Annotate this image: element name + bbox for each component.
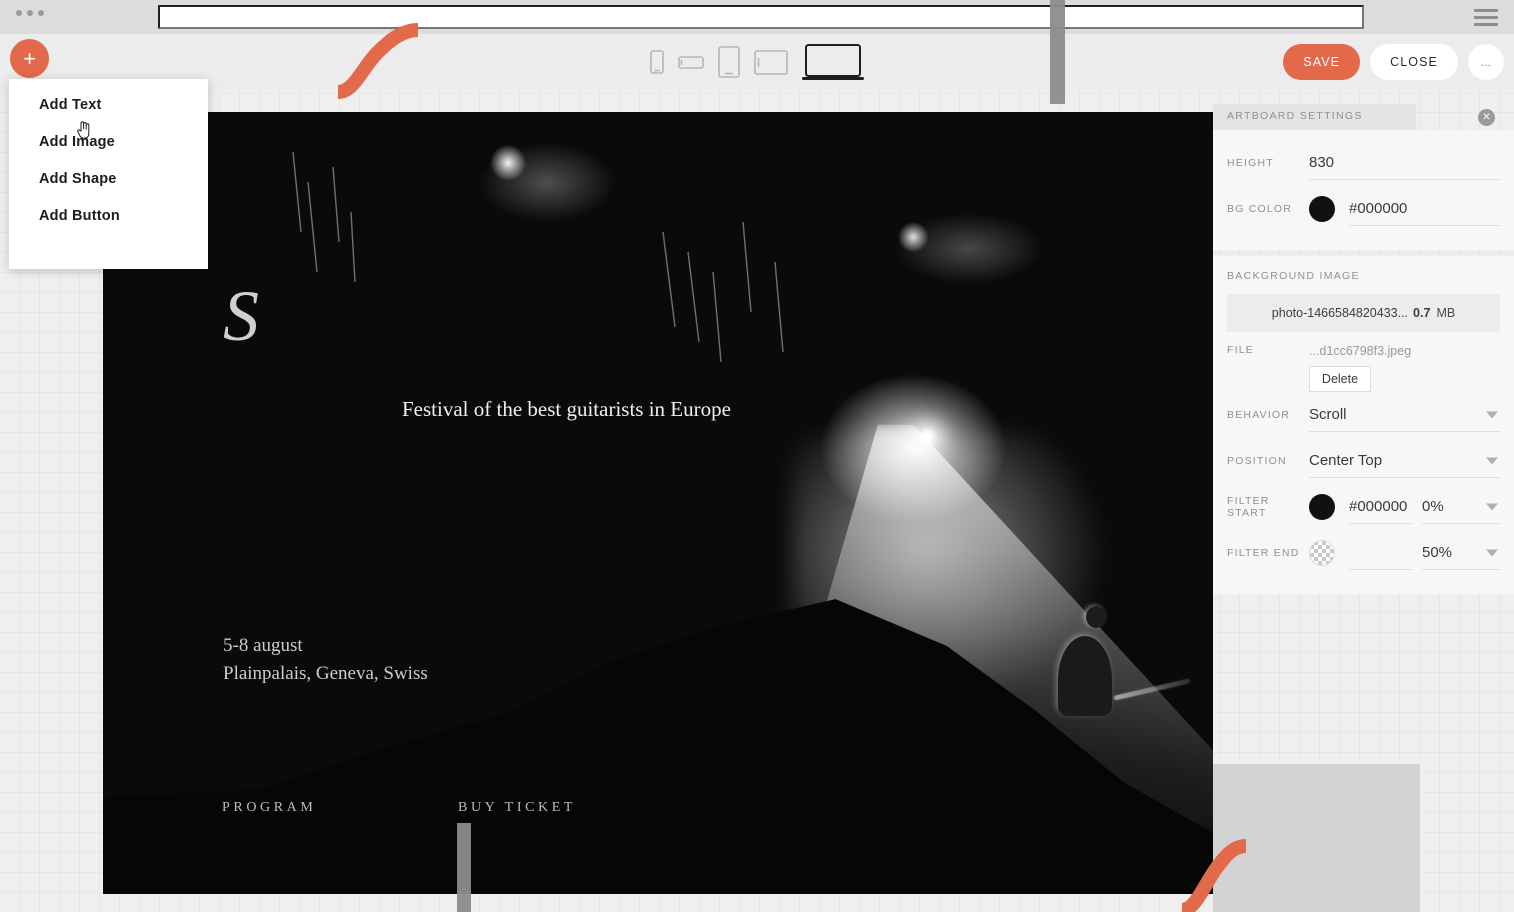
device-phone-portrait[interactable] <box>650 50 664 74</box>
behavior-row: BEHAVIOR Scroll <box>1213 392 1514 438</box>
close-button[interactable]: CLOSE <box>1370 44 1458 80</box>
artboard-date: 5-8 august <box>223 635 303 656</box>
behavior-select[interactable]: Scroll <box>1309 398 1500 432</box>
artboard-tagline[interactable]: Festival of the best guitarists in Europ… <box>402 397 731 422</box>
filter-start-opacity-select[interactable]: 0% <box>1422 490 1500 524</box>
settings-header: ARTBOARD SETTINGS <box>1213 104 1416 130</box>
vertical-guide-bottom[interactable] <box>457 823 471 912</box>
browser-chrome <box>0 0 1514 34</box>
filter-end-opacity-value: 50% <box>1422 544 1453 561</box>
device-tablet-portrait[interactable] <box>718 46 740 78</box>
behavior-value: Scroll <box>1309 406 1347 423</box>
device-preview-switcher <box>650 43 864 81</box>
artboard-date-location[interactable]: 5-8 august Plainpalais, Geneva, Swiss <box>223 632 428 687</box>
artboard-logo[interactable]: S <box>223 280 259 352</box>
height-row: HEIGHT 830 <box>1213 140 1514 186</box>
artboard-location: Plainpalais, Geneva, Swiss <box>223 662 428 684</box>
chevron-down-icon[interactable] <box>1486 457 1498 464</box>
menu-item-add-button[interactable]: Add Button <box>9 198 208 235</box>
filter-start-label: FILTER START <box>1227 495 1270 519</box>
menu-item-add-shape[interactable]: Add Shape <box>9 161 208 198</box>
artboard-settings-panel: ARTBOARD SETTINGS ✕ HEIGHT 830 BG COLOR … <box>1213 104 1514 594</box>
add-element-menu: Add Text Add Image Add Shape Add Button <box>9 79 208 269</box>
filter-end-row: FILTER END 50% <box>1213 530 1514 576</box>
settings-title: ARTBOARD SETTINGS <box>1227 110 1363 122</box>
bg-color-row: BG COLOR #000000 <box>1213 186 1514 232</box>
file-row: FILE ...d1cc6798f3.jpeg Delete <box>1213 344 1514 392</box>
menu-item-add-image[interactable]: Add Image <box>9 124 208 161</box>
address-bar-input[interactable] <box>158 5 1364 29</box>
toolbar-actions: SAVE CLOSE ... <box>1283 34 1504 90</box>
filter-end-opacity-select[interactable]: 50% <box>1422 536 1500 570</box>
artboard-props-card: HEIGHT 830 BG COLOR #000000 <box>1213 130 1514 250</box>
spotlight-lamp-icon <box>918 428 935 445</box>
more-options-button[interactable]: ... <box>1468 44 1504 80</box>
background-image-title: BACKGROUND IMAGE <box>1227 270 1360 282</box>
filter-start-opacity-value: 0% <box>1422 498 1444 515</box>
position-row: POSITION Center Top <box>1213 438 1514 484</box>
guitarist-body <box>1057 635 1112 716</box>
add-element-button[interactable]: + <box>10 39 49 78</box>
behavior-label: BEHAVIOR <box>1227 409 1291 421</box>
filter-start-swatch[interactable] <box>1309 494 1335 520</box>
bg-color-label: BG COLOR <box>1227 203 1293 215</box>
window-dots-icon <box>16 10 44 16</box>
file-value: ...d1cc6798f3.jpeg <box>1309 344 1412 358</box>
artboard-canvas[interactable]: S Festival of the best guitarists in Eur… <box>103 112 1213 894</box>
height-input[interactable]: 830 <box>1309 146 1500 180</box>
position-label: POSITION <box>1227 455 1287 467</box>
bg-color-swatch[interactable] <box>1309 196 1335 222</box>
filter-end-label: FILTER END <box>1227 547 1300 559</box>
filter-start-color-input[interactable]: #000000 <box>1349 490 1412 524</box>
filter-end-swatch[interactable] <box>1309 540 1335 566</box>
chevron-down-icon[interactable] <box>1486 549 1498 556</box>
height-label: HEIGHT <box>1227 157 1274 169</box>
hamburger-menu-icon[interactable] <box>1474 9 1498 26</box>
uploaded-file-size: 0.7 <box>1413 306 1431 320</box>
position-select[interactable]: Center Top <box>1309 444 1500 478</box>
chevron-down-icon[interactable] <box>1486 503 1498 510</box>
device-desktop[interactable] <box>802 43 864 81</box>
filter-end-color-input[interactable] <box>1349 536 1412 570</box>
chevron-down-icon[interactable] <box>1486 411 1498 418</box>
vertical-guide-top[interactable] <box>1050 0 1065 104</box>
uploaded-file-unit: MB <box>1436 306 1456 320</box>
filter-start-row: FILTER START #000000 0% <box>1213 484 1514 530</box>
artboard-nav-buy-ticket[interactable]: BUY TICKET <box>458 800 576 816</box>
file-label: FILE <box>1227 344 1254 356</box>
delete-file-button[interactable]: Delete <box>1309 366 1371 392</box>
close-icon[interactable]: ✕ <box>1478 109 1495 126</box>
menu-item-add-text[interactable]: Add Text <box>9 87 208 124</box>
uploaded-file-name: photo-1466584820433... <box>1271 306 1409 320</box>
panel-backdrop-block <box>1213 764 1420 912</box>
app-root: + SAVE CLOSE ... S Festival of the best … <box>0 0 1514 912</box>
editor-toolbar: + SAVE CLOSE ... <box>0 34 1514 90</box>
position-value: Center Top <box>1309 452 1383 469</box>
device-tablet-landscape[interactable] <box>754 49 788 75</box>
uploaded-file-chip[interactable]: photo-1466584820433... 0.7 MB <box>1227 294 1500 332</box>
bg-color-input[interactable]: #000000 <box>1349 192 1500 226</box>
device-phone-landscape[interactable] <box>678 55 704 70</box>
artboard-nav-program[interactable]: PROGRAM <box>222 800 316 816</box>
save-button[interactable]: SAVE <box>1283 44 1361 80</box>
background-image-card: BACKGROUND IMAGE photo-1466584820433... … <box>1213 256 1514 594</box>
